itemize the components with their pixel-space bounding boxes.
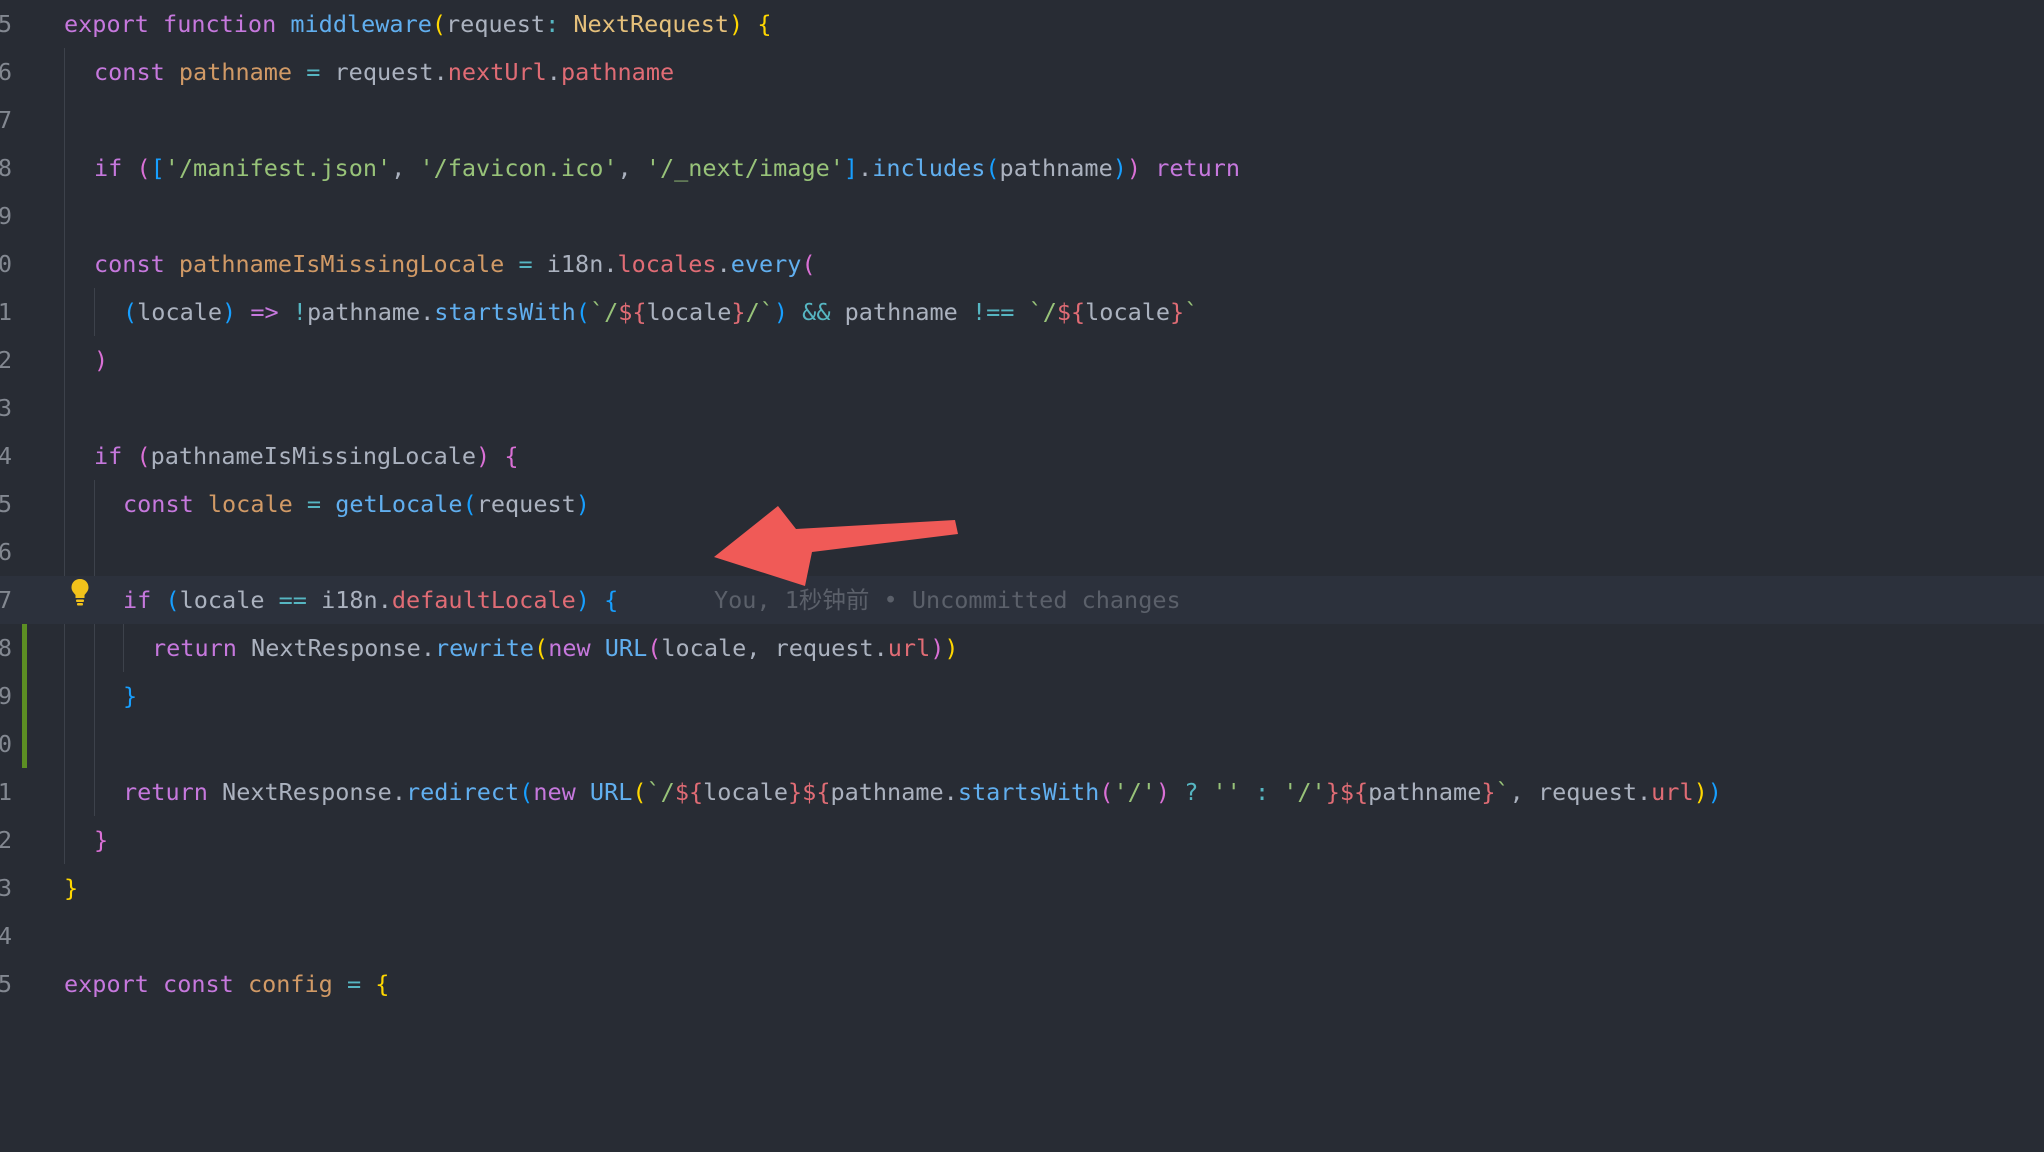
code-line-current[interactable]: 7 if (locale == i18n.defaultLocale) { Yo… [0,576,2044,624]
code-line[interactable]: 4 [0,912,2044,960]
line-number: 2 [0,346,12,374]
line-number: 0 [0,730,12,758]
line-number: 4 [0,922,12,950]
code-editor[interactable]: 5 export function middleware(request: Ne… [0,0,2044,1002]
code-line[interactable]: 3 } [0,864,2044,912]
line-number: 3 [0,394,12,422]
line-number: 1 [0,778,12,806]
code-line[interactable]: 3 [0,384,2044,432]
line-number: 2 [0,826,12,854]
line-code: export const config = { [64,970,390,998]
lightbulb-icon[interactable] [70,578,90,608]
line-code: } [64,874,79,902]
code-line[interactable]: 8 return NextResponse.rewrite(new URL(lo… [0,624,2044,672]
line-code: if (pathnameIsMissingLocale) { [94,442,519,470]
line-number: 4 [0,442,12,470]
line-code: if (locale == i18n.defaultLocale) { [123,586,619,614]
line-code: (locale) => !pathname.startsWith(`/${loc… [123,298,1199,326]
line-number: 7 [0,586,12,614]
code-line[interactable]: 7 [0,96,2044,144]
line-code: } [94,826,109,854]
line-number: 1 [0,298,12,326]
line-number: 5 [0,10,12,38]
line-number: 3 [0,874,12,902]
code-line[interactable]: 2 } [0,816,2044,864]
code-line[interactable]: 2 ) [0,336,2044,384]
line-code: return NextResponse.redirect(new URL(`/$… [123,778,1722,806]
code-line[interactable]: 0 const pathnameIsMissingLocale = i18n.l… [0,240,2044,288]
code-line[interactable]: 6 const pathname = request.nextUrl.pathn… [0,48,2044,96]
line-code: ) [94,346,109,374]
line-number: 0 [0,250,12,278]
line-code: const locale = getLocale(request) [123,490,590,518]
line-code: export function middleware(request: Next… [64,10,772,38]
line-code: return NextResponse.rewrite(new URL(loca… [152,634,959,662]
code-line[interactable]: 1 return NextResponse.redirect(new URL(`… [0,768,2044,816]
code-line[interactable]: 9 } [0,672,2044,720]
line-code: if (['/manifest.json', '/favicon.ico', '… [94,154,1241,182]
code-line[interactable]: 1 (locale) => !pathname.startsWith(`/${l… [0,288,2044,336]
line-number: 5 [0,490,12,518]
code-line[interactable]: 5 const locale = getLocale(request) [0,480,2044,528]
line-number: 6 [0,538,12,566]
line-code: const pathname = request.nextUrl.pathnam… [94,58,675,86]
line-number: 6 [0,58,12,86]
code-line[interactable]: 5 export const config = { [0,960,2044,1008]
line-number: 8 [0,634,12,662]
line-code: } [123,682,138,710]
line-number: 8 [0,154,12,182]
line-number: 9 [0,682,12,710]
annotation-arrow-icon [714,506,958,586]
code-line[interactable]: 4 if (pathnameIsMissingLocale) { [0,432,2044,480]
line-number: 9 [0,202,12,230]
code-line[interactable]: 0 [0,720,2044,768]
line-number: 5 [0,970,12,998]
line-code: const pathnameIsMissingLocale = i18n.loc… [94,250,816,278]
code-line[interactable]: 9 [0,192,2044,240]
code-line[interactable]: 8 if (['/manifest.json', '/favicon.ico',… [0,144,2044,192]
line-number: 7 [0,106,12,134]
code-line[interactable]: 5 export function middleware(request: Ne… [0,0,2044,48]
code-line[interactable]: 6 [0,528,2044,576]
